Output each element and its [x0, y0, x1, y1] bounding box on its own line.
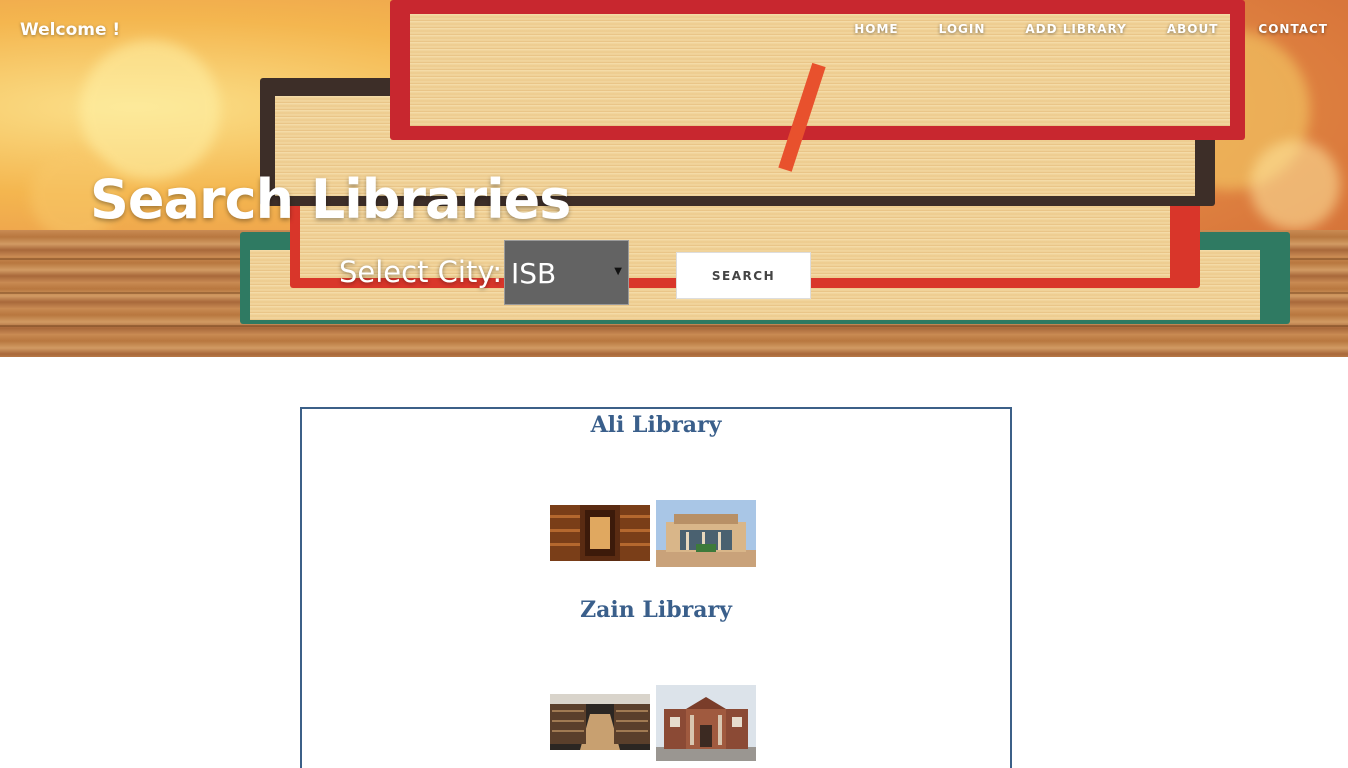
- library-interior-image[interactable]: [550, 694, 650, 750]
- library-results: Ali Library Zain Library: [300, 407, 1012, 768]
- city-label: Select City:: [339, 255, 503, 289]
- page-title: Search Libraries: [90, 168, 571, 231]
- nav-about[interactable]: ABOUT: [1167, 22, 1219, 36]
- dropdown-arrow-icon: ▼: [614, 266, 622, 277]
- nav-contact[interactable]: CONTACT: [1258, 22, 1328, 36]
- nav-home[interactable]: HOME: [854, 22, 898, 36]
- library-name[interactable]: Ali Library: [302, 412, 1010, 438]
- library-interior-image[interactable]: [550, 505, 650, 561]
- library-building-image[interactable]: [656, 685, 756, 761]
- top-nav: HOME LOGIN ADD LIBRARY ABOUT CONTACT: [854, 22, 1328, 36]
- library-building-image[interactable]: [656, 500, 756, 567]
- nav-add-library[interactable]: ADD LIBRARY: [1025, 22, 1126, 36]
- brand-welcome[interactable]: Welcome !: [20, 20, 120, 40]
- search-button[interactable]: SEARCH: [676, 252, 811, 299]
- city-select-value: ISB: [511, 257, 557, 290]
- library-name[interactable]: Zain Library: [302, 597, 1010, 623]
- nav-login[interactable]: LOGIN: [939, 22, 986, 36]
- city-select[interactable]: ISB ▼: [504, 240, 629, 305]
